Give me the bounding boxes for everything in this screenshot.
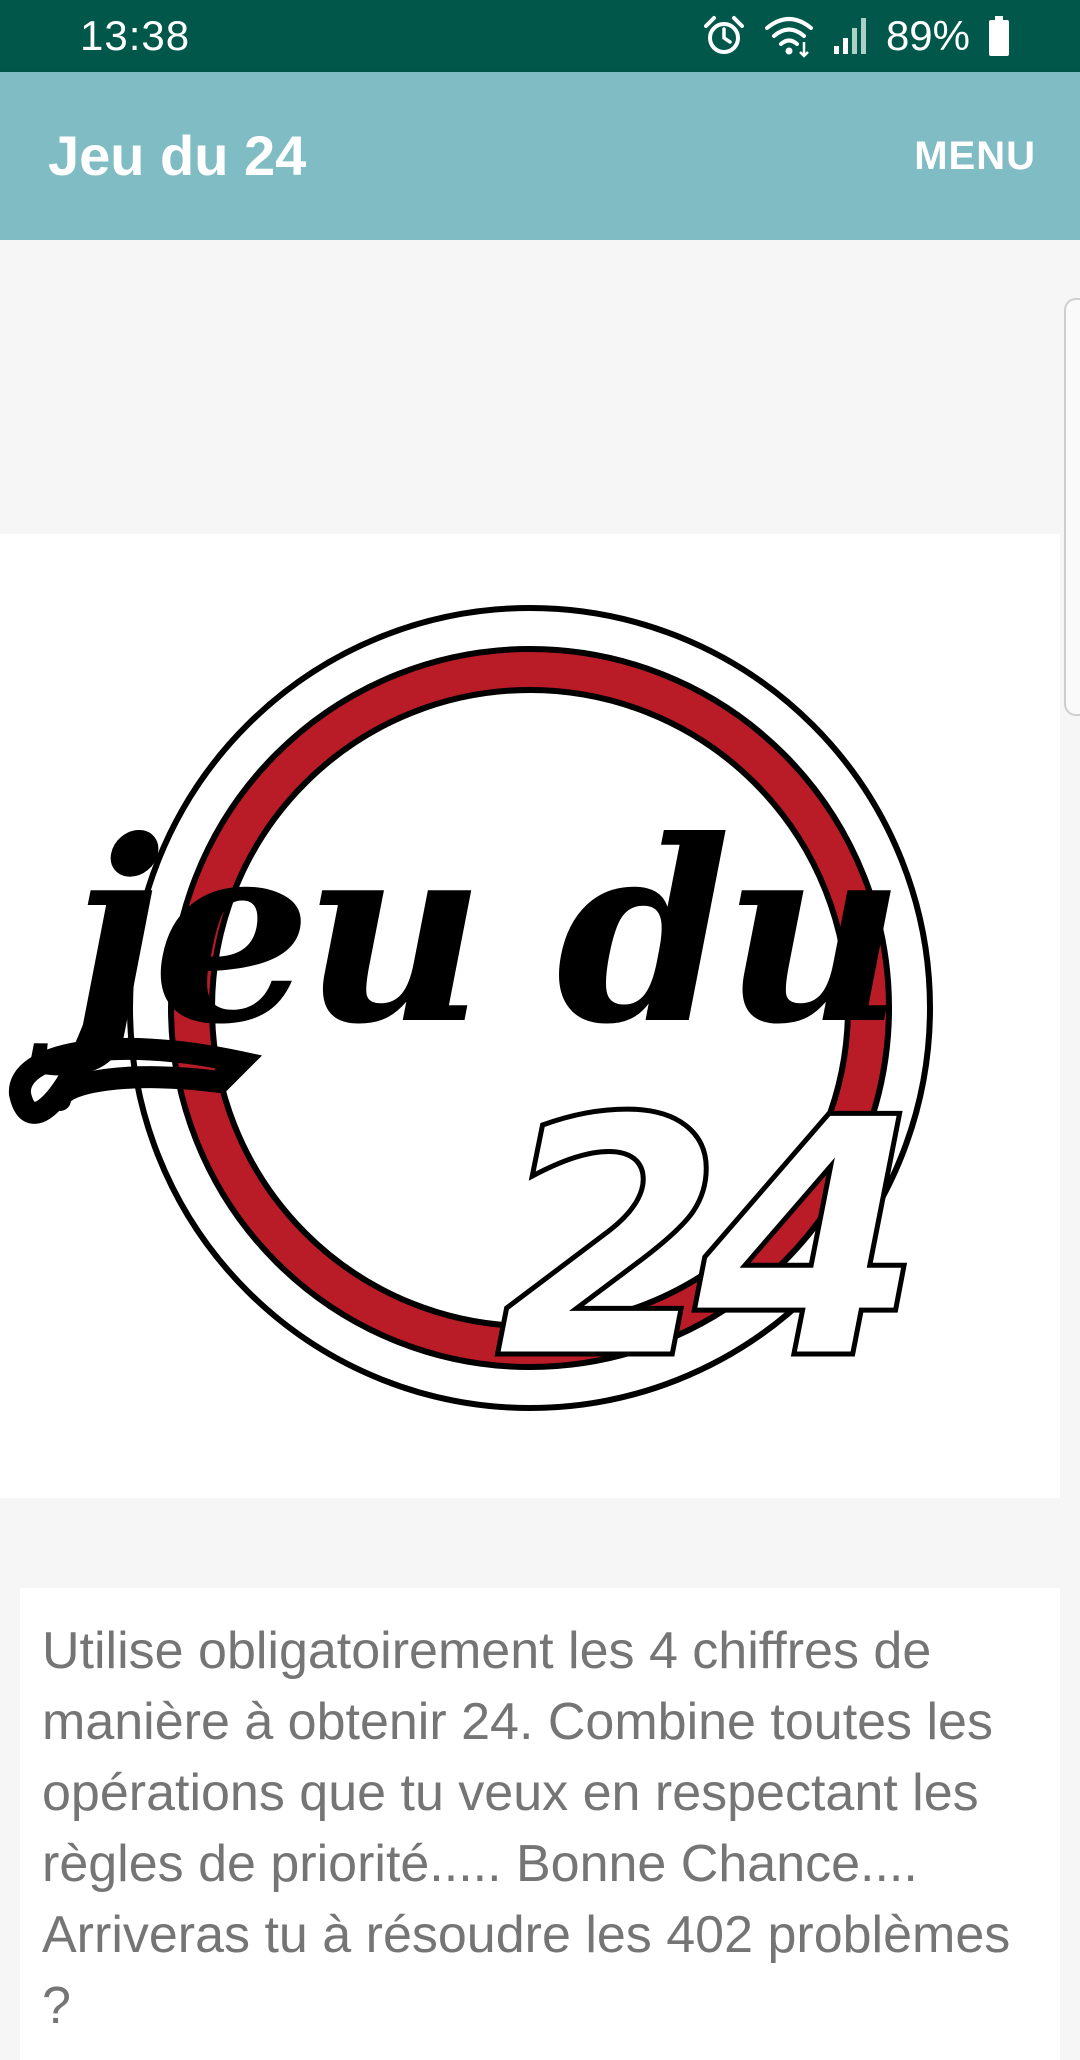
wifi-icon [764,14,814,58]
app-title: Jeu du 24 [48,124,307,187]
logo-word: jeu du [28,785,897,1079]
side-panel-handle[interactable] [1064,298,1080,716]
status-icons: 89% [702,10,1010,62]
app-bar: Jeu du 24 MENU [0,72,1080,240]
signal-icon [832,16,868,56]
menu-button[interactable]: MENU [906,130,1044,182]
battery-percentage: 89% [885,12,970,59]
ad-space [0,240,1080,534]
status-time: 13:38 [80,12,191,59]
alarm-icon [702,14,746,58]
game-logo: jeu du 24 [0,534,1060,1498]
status-bar: 13:38 89% [0,0,1080,72]
battery-icon [988,16,1010,56]
logo-number: 24 [495,1048,906,1432]
rules-text: Utilise obligatoirement les 4 chiffres d… [42,1622,1011,2035]
rules-card: Utilise obligatoirement les 4 chiffres d… [20,1588,1060,2060]
